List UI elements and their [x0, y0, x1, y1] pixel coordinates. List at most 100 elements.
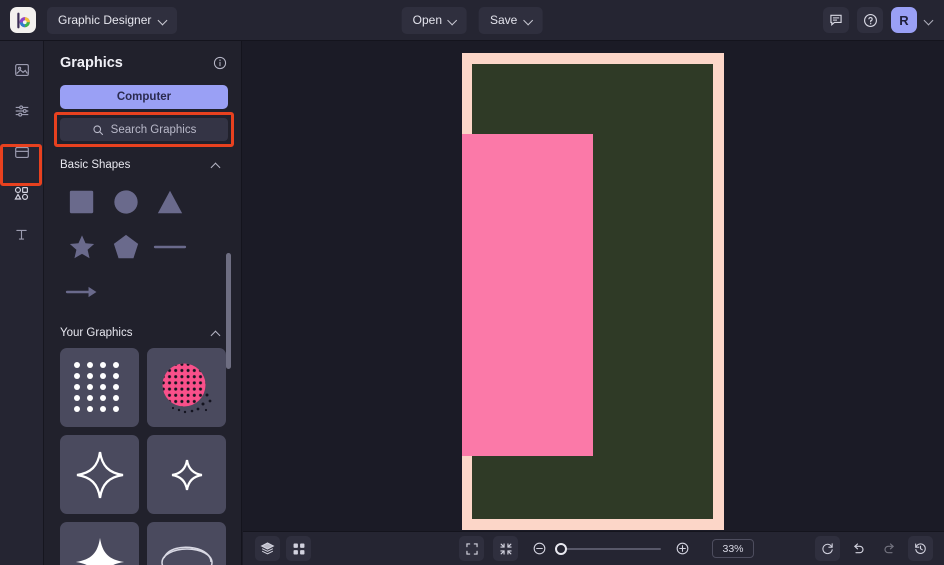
shape-arrow[interactable] — [60, 269, 104, 314]
redo-button[interactable] — [877, 536, 902, 561]
canvas-area[interactable] — [243, 41, 944, 531]
help-circle-icon — [863, 13, 877, 27]
grid-button[interactable] — [286, 536, 311, 561]
open-button[interactable]: Open — [401, 6, 467, 34]
graphic-halftone-circle[interactable] — [147, 348, 226, 427]
colorwheel-logo-icon — [16, 12, 30, 28]
help-button[interactable] — [857, 7, 883, 33]
shape-star[interactable] — [60, 224, 104, 269]
panel-scrollbar-track[interactable] — [226, 145, 236, 565]
chevron-up-icon — [212, 161, 221, 170]
layers-icon — [260, 542, 275, 555]
line-shape — [153, 245, 187, 248]
pink-rectangle-layer[interactable] — [462, 134, 593, 456]
halftone-circle-graphic — [162, 363, 211, 413]
shape-triangle[interactable] — [148, 179, 192, 224]
zoom-in-icon — [676, 542, 689, 555]
section-header-your-graphics[interactable]: Your Graphics — [44, 327, 241, 339]
graphic-sparkle-filled[interactable] — [60, 522, 139, 565]
zoom-out-icon — [533, 542, 546, 555]
collapse-frame-button[interactable] — [493, 536, 518, 561]
zoom-controls: 33% — [459, 536, 754, 561]
layers-button[interactable] — [255, 536, 280, 561]
save-label: Save — [490, 13, 518, 27]
search-input[interactable]: Search Graphics — [60, 118, 228, 141]
undo-button[interactable] — [846, 536, 871, 561]
zoom-in-button[interactable] — [670, 536, 695, 561]
app-logo[interactable] — [10, 7, 36, 33]
shape-square[interactable] — [60, 179, 104, 224]
artboard[interactable] — [462, 53, 724, 530]
graphics-panel: Graphics Computer Search Graphics Basic — [44, 41, 242, 565]
search-graphics-wrap: Search Graphics — [54, 112, 234, 147]
panel-scrollbar-thumb[interactable] — [226, 253, 231, 369]
sliders-icon — [15, 105, 28, 117]
app-root: Graphic Designer Open Save R Graphics Co… — [0, 0, 944, 565]
page-title: Graphics — [60, 55, 123, 71]
toolbar-center-group: Open Save — [401, 6, 543, 34]
bottom-toolbar: 33% — [243, 531, 944, 565]
zoom-slider-knob[interactable] — [555, 542, 567, 555]
save-button[interactable]: Save — [479, 6, 543, 34]
chevron-down-icon — [925, 16, 934, 25]
circle-shape — [114, 189, 138, 214]
pentagon-shape — [113, 234, 139, 258]
chevron-down-icon — [524, 16, 533, 25]
dot-grid-graphic — [73, 361, 119, 412]
graphic-ellipse[interactable] — [147, 522, 226, 565]
panel-info-button[interactable] — [213, 56, 227, 70]
image-icon — [14, 64, 29, 76]
four-point-star-filled — [75, 537, 124, 565]
shape-circle[interactable] — [104, 179, 148, 224]
fit-to-screen-button[interactable] — [459, 536, 484, 561]
collapse-frame-icon — [499, 542, 512, 555]
zoom-level-value[interactable]: 33% — [712, 539, 754, 558]
reset-button[interactable] — [815, 536, 840, 561]
comment-button[interactable] — [823, 7, 849, 33]
avatar-initial: R — [899, 12, 909, 28]
shapes-icon — [14, 186, 29, 200]
toolbar-right-group: R — [823, 7, 934, 33]
layout-icon — [14, 146, 29, 158]
shape-pentagon[interactable] — [104, 224, 148, 269]
user-avatar[interactable]: R — [891, 7, 917, 33]
text-t-icon — [16, 229, 27, 240]
computer-source-button[interactable]: Computer — [60, 85, 228, 109]
grid-icon — [293, 543, 304, 554]
graphic-sparkle-outline[interactable] — [60, 435, 139, 514]
info-circle-icon — [213, 56, 227, 70]
undo-icon — [853, 543, 864, 554]
triangle-shape — [157, 190, 183, 213]
comment-icon — [830, 14, 842, 26]
graphic-dot-grid[interactable] — [60, 348, 139, 427]
four-point-star-outline — [76, 451, 123, 498]
sidebar-item-adjust-tool[interactable] — [6, 95, 38, 127]
top-toolbar: Graphic Designer Open Save R — [0, 0, 944, 41]
redo-icon — [884, 543, 895, 554]
document-name-menu[interactable]: Graphic Designer — [47, 6, 178, 34]
zoom-slider[interactable] — [555, 542, 661, 555]
history-button[interactable] — [908, 536, 933, 561]
sidebar-item-text-tool[interactable] — [6, 218, 38, 250]
account-menu-button[interactable] — [925, 16, 934, 25]
your-graphics-grid — [44, 339, 234, 565]
history-clock-icon — [915, 543, 926, 554]
star-shape — [69, 234, 95, 258]
square-shape — [69, 190, 94, 213]
arrow-shape — [65, 286, 97, 297]
open-label: Open — [412, 13, 442, 27]
basic-shapes-grid — [44, 171, 226, 314]
document-name-label: Graphic Designer — [58, 13, 152, 27]
reset-icon — [822, 543, 833, 555]
shape-line[interactable] — [148, 224, 192, 269]
hand-drawn-ellipse — [160, 546, 213, 565]
bottom-left-group — [255, 536, 311, 561]
sidebar-item-layout-tool[interactable] — [6, 136, 38, 168]
section-header-basic-shapes[interactable]: Basic Shapes — [44, 159, 241, 171]
sidebar-item-image-tool[interactable] — [6, 54, 38, 86]
zoom-out-button[interactable] — [527, 536, 552, 561]
graphic-sparkle-small[interactable] — [147, 435, 226, 514]
sidebar-item-graphics-tool[interactable] — [6, 177, 38, 209]
search-icon — [93, 124, 103, 135]
chevron-up-icon — [212, 329, 221, 338]
